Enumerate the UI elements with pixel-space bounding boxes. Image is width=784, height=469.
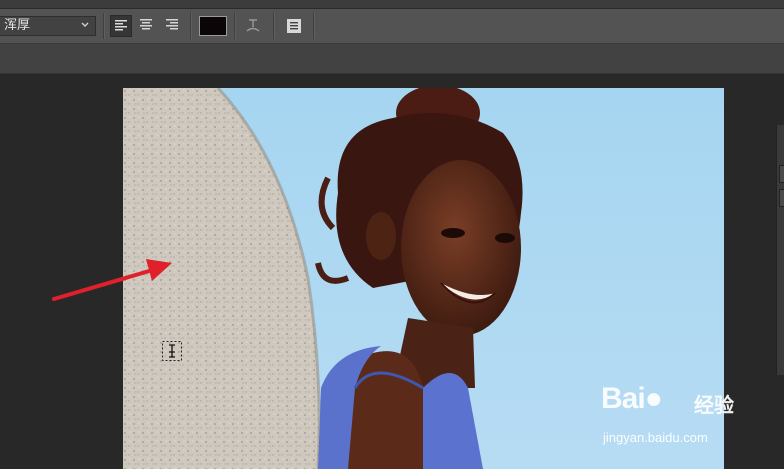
warp-text-button[interactable] [242,15,264,37]
antialias-value: 浑厚 [4,18,31,33]
text-color-swatch[interactable] [199,16,227,36]
panel-dock [776,125,784,375]
watermark-url: jingyan.baidu.com [603,430,708,445]
align-center-icon [140,19,152,30]
menu-strip [0,0,784,9]
watermark-suffix: 经验 [694,393,734,417]
antialias-dropdown[interactable]: 浑厚 [0,16,96,36]
toolbar-divider [190,13,192,39]
character-panel-button[interactable] [283,15,305,37]
document-tab-bar [0,44,784,74]
panel-tab[interactable] [779,165,784,183]
watermark-logo: Bai● [601,382,663,415]
toolbar-divider [103,13,105,39]
align-center-button[interactable] [136,15,158,37]
chevron-down-icon [81,22,89,27]
toolbar-divider [234,13,236,39]
toolbar-divider [273,13,275,39]
warp-text-icon [246,19,260,32]
annotation-arrow [52,259,172,301]
align-left-button[interactable] [110,15,132,37]
align-right-button[interactable] [162,15,184,37]
align-left-icon [115,20,127,31]
text-cursor-icon [162,341,182,361]
baidu-watermark: Bai● 经验 jingyan.baidu.com [601,382,751,452]
character-paragraph-panel-icon [287,19,301,33]
toolbar-divider [313,13,315,39]
align-right-icon [166,19,178,30]
options-bar: 浑厚 [0,9,784,44]
panel-tab[interactable] [779,189,784,207]
